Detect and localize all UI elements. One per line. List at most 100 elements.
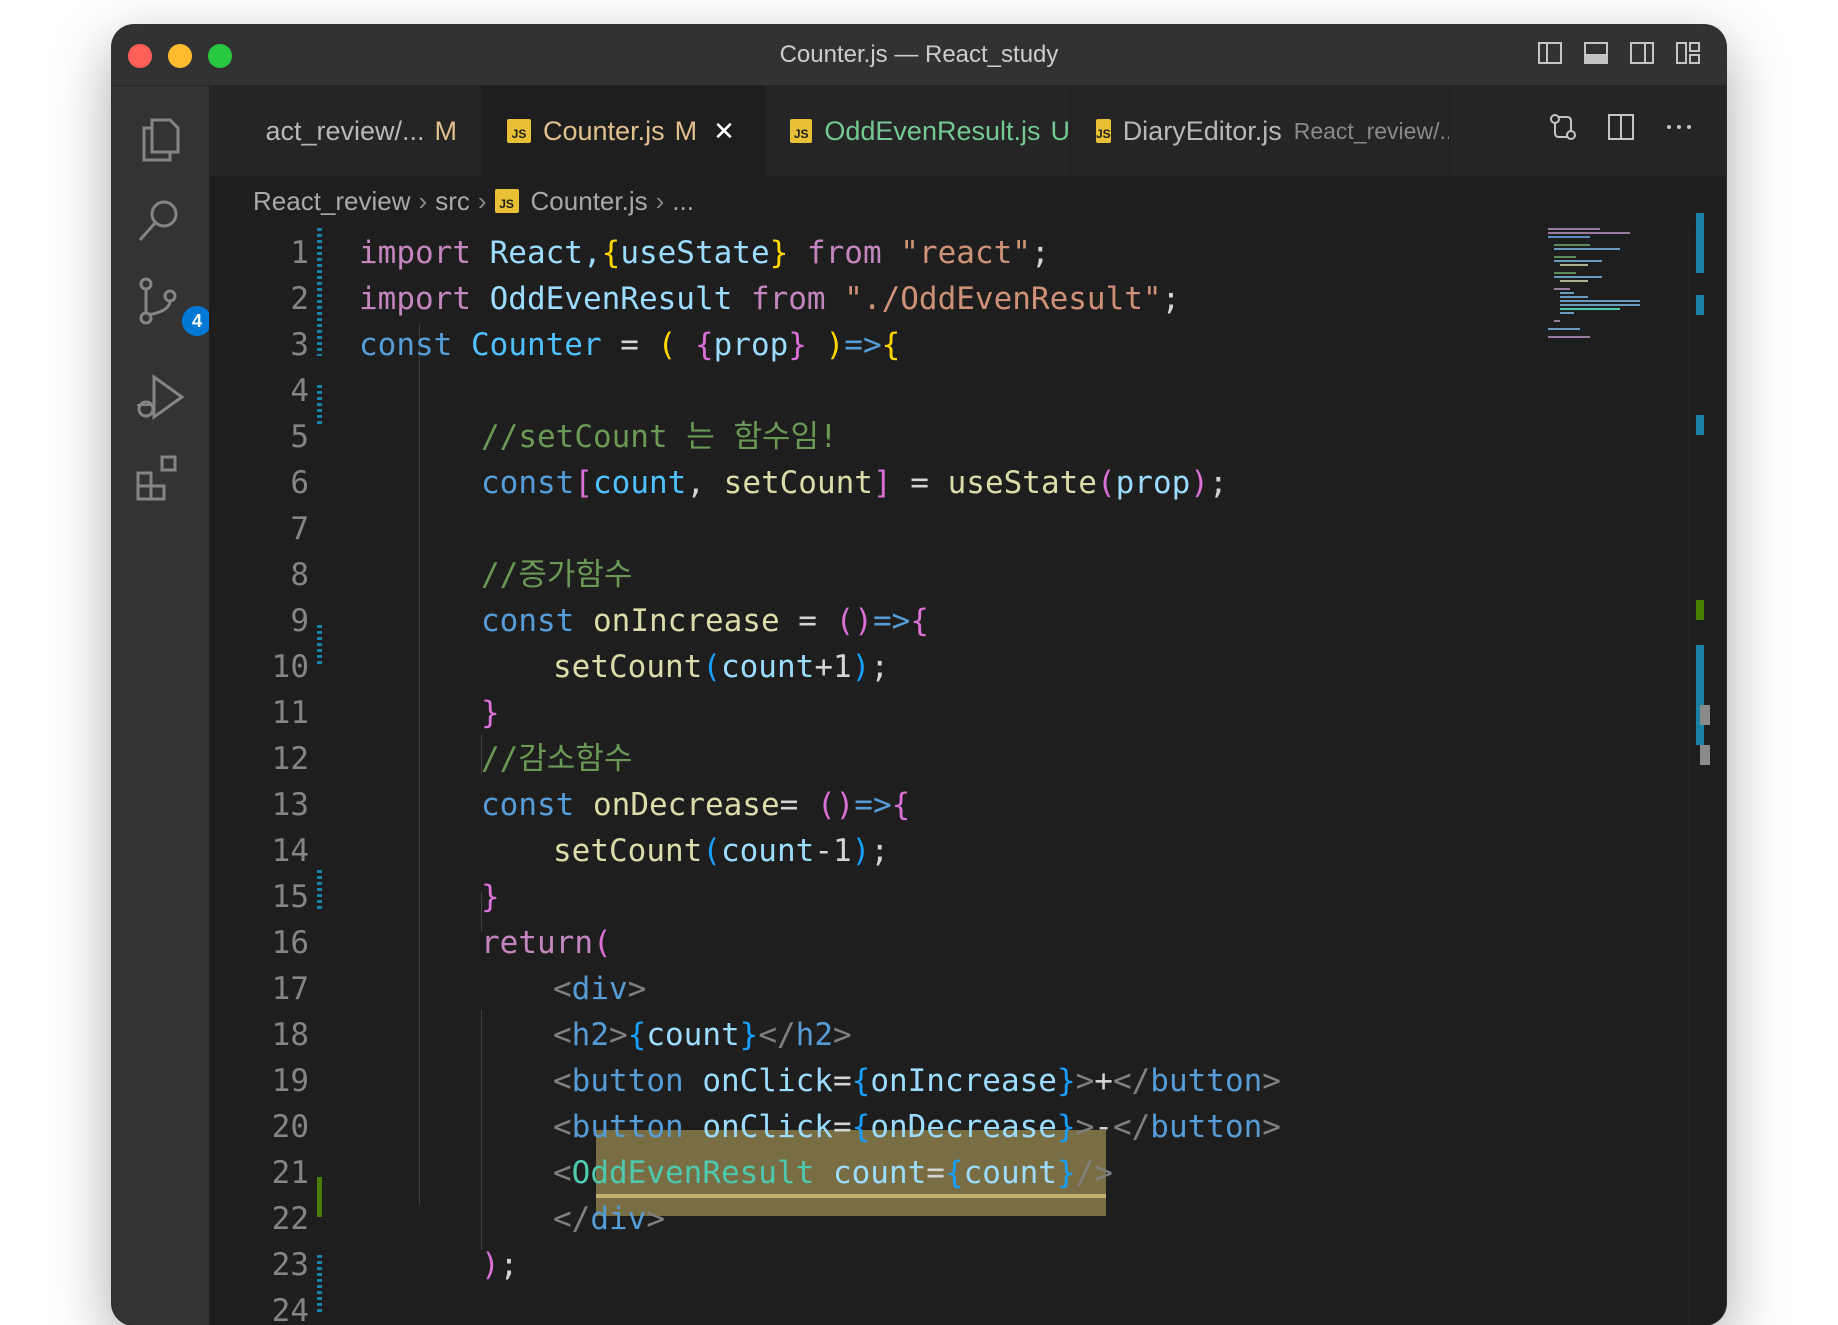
- token: (): [835, 603, 873, 639]
- token: }: [769, 235, 789, 271]
- open-changes-icon[interactable]: [1546, 110, 1580, 144]
- scrollbar-modified-marker: [1696, 295, 1704, 315]
- code-line: 11 }: [209, 690, 1726, 736]
- toggle-secondary-sidebar-icon[interactable]: [1628, 39, 1656, 67]
- token: <: [553, 1155, 572, 1191]
- editor-window: Counter.js — React_study 4 act_review/..…: [112, 25, 1726, 1325]
- run-and-debug-icon[interactable]: [134, 371, 186, 423]
- token: (: [702, 649, 721, 685]
- token: =: [779, 603, 836, 639]
- token: >: [609, 1017, 628, 1053]
- token: button: [1150, 1109, 1263, 1145]
- git-status-modified: M: [674, 115, 698, 146]
- breadcrumb: React_review › src › JS Counter.js › ...: [209, 176, 1726, 226]
- token: const: [481, 603, 575, 639]
- breadcrumb-file[interactable]: Counter.js: [531, 186, 648, 217]
- token: </: [1112, 1109, 1151, 1145]
- token: =>: [854, 787, 892, 823]
- close-tab-icon[interactable]: ✕: [713, 116, 735, 147]
- line-number: 14: [271, 833, 309, 869]
- token: ;: [1030, 235, 1050, 271]
- tab-react-review[interactable]: act_review/... M: [209, 86, 482, 176]
- breadcrumb-folder[interactable]: src: [435, 186, 470, 217]
- code-line: 16 return(: [209, 920, 1726, 966]
- code-line: 6 const[count, setCount] = useState(prop…: [209, 460, 1726, 506]
- token: =: [926, 1155, 945, 1191]
- line-number: 19: [271, 1063, 309, 1099]
- minimap[interactable]: [1540, 225, 1670, 345]
- extensions-icon[interactable]: [134, 451, 186, 503]
- code-line: 21 <OddEvenResult count={count}/>: [209, 1150, 1726, 1196]
- token: h2: [571, 1017, 609, 1053]
- source-control-icon[interactable]: 4: [134, 276, 212, 336]
- tab-diaryeditor-js[interactable]: JS DiaryEditor.js React_review/...: [1072, 86, 1450, 176]
- token: ,: [686, 465, 724, 501]
- line-number: 6: [290, 465, 309, 501]
- scrollbar-thumb[interactable]: [1700, 745, 1710, 765]
- token: count: [593, 465, 687, 501]
- token: =: [832, 1063, 852, 1099]
- token: =: [891, 465, 948, 501]
- search-icon[interactable]: [134, 194, 186, 246]
- breadcrumb-symbol[interactable]: ...: [672, 186, 694, 217]
- activity-bar: 4: [112, 86, 212, 1325]
- token: <: [553, 971, 572, 1007]
- tab-counter-js[interactable]: JS Counter.js M ✕: [483, 86, 765, 176]
- title-bar: Counter.js — React_study: [112, 25, 1726, 86]
- customize-layout-icon[interactable]: [1674, 39, 1702, 67]
- toggle-panel-icon[interactable]: [1582, 39, 1610, 67]
- toggle-primary-sidebar-icon[interactable]: [1536, 39, 1564, 67]
- token: (: [657, 327, 677, 363]
- scm-changes-badge: 4: [182, 306, 212, 336]
- token: button: [571, 1109, 684, 1145]
- scrollbar-thumb[interactable]: [1700, 705, 1710, 725]
- code-line: 3 const Counter = ( {prop} )=>{: [209, 322, 1726, 368]
- code-line: 22 </div>: [209, 1196, 1726, 1242]
- tab-label: Counter.js: [543, 115, 665, 146]
- code-editor[interactable]: 1 import React,{useState} from "react"; …: [209, 213, 1726, 1325]
- vertical-scrollbar[interactable]: [1689, 213, 1716, 1325]
- token: onIncrease: [574, 603, 780, 639]
- explorer-icon[interactable]: [134, 114, 186, 166]
- token: count: [646, 1017, 740, 1053]
- javascript-file-icon: JS: [1096, 119, 1111, 143]
- line-number: 23: [271, 1247, 309, 1283]
- token: {: [910, 603, 929, 639]
- token: OddEvenResult: [571, 1155, 815, 1191]
- token: count: [963, 1155, 1057, 1191]
- split-editor-icon[interactable]: [1604, 110, 1638, 144]
- token: =: [779, 787, 817, 823]
- git-status-modified: M: [434, 115, 458, 146]
- javascript-file-icon: JS: [507, 119, 531, 143]
- token: (: [1096, 465, 1116, 501]
- token: }: [481, 695, 500, 731]
- token: h2: [795, 1017, 833, 1053]
- token: useState: [947, 465, 1097, 501]
- token: onDecrease: [574, 787, 780, 823]
- token: div: [571, 971, 628, 1007]
- chevron-right-icon: ›: [477, 185, 487, 216]
- code-line: 1 import React,{useState} from "react";: [209, 230, 1726, 276]
- token: <: [553, 1109, 572, 1145]
- code-line: 23 );: [209, 1242, 1726, 1288]
- line-number: 17: [271, 971, 309, 1007]
- breadcrumb-root[interactable]: React_review: [253, 186, 411, 217]
- line-number: 18: [271, 1017, 309, 1053]
- token: >: [833, 1017, 852, 1053]
- line-number: 11: [271, 695, 309, 731]
- scrollbar-modified-marker: [1696, 415, 1704, 435]
- line-number: 1: [290, 235, 309, 271]
- token: >: [1262, 1109, 1281, 1145]
- code-line: 19 <button onClick={onIncrease}>+</butto…: [209, 1058, 1726, 1104]
- token: ;: [870, 649, 889, 685]
- line-number: 22: [271, 1201, 309, 1237]
- token: //감소함수: [481, 741, 633, 777]
- token: ): [851, 649, 871, 685]
- code-line: 5 //setCount 는 함수임!: [209, 414, 1726, 460]
- code-line: 8 //증가함수: [209, 552, 1726, 598]
- token: }: [1056, 1063, 1076, 1099]
- tab-oddevenresult-js[interactable]: JS OddEvenResult.js U: [766, 86, 1071, 176]
- token: +: [1094, 1063, 1113, 1099]
- more-actions-icon[interactable]: [1662, 110, 1696, 144]
- token: from: [732, 281, 826, 317]
